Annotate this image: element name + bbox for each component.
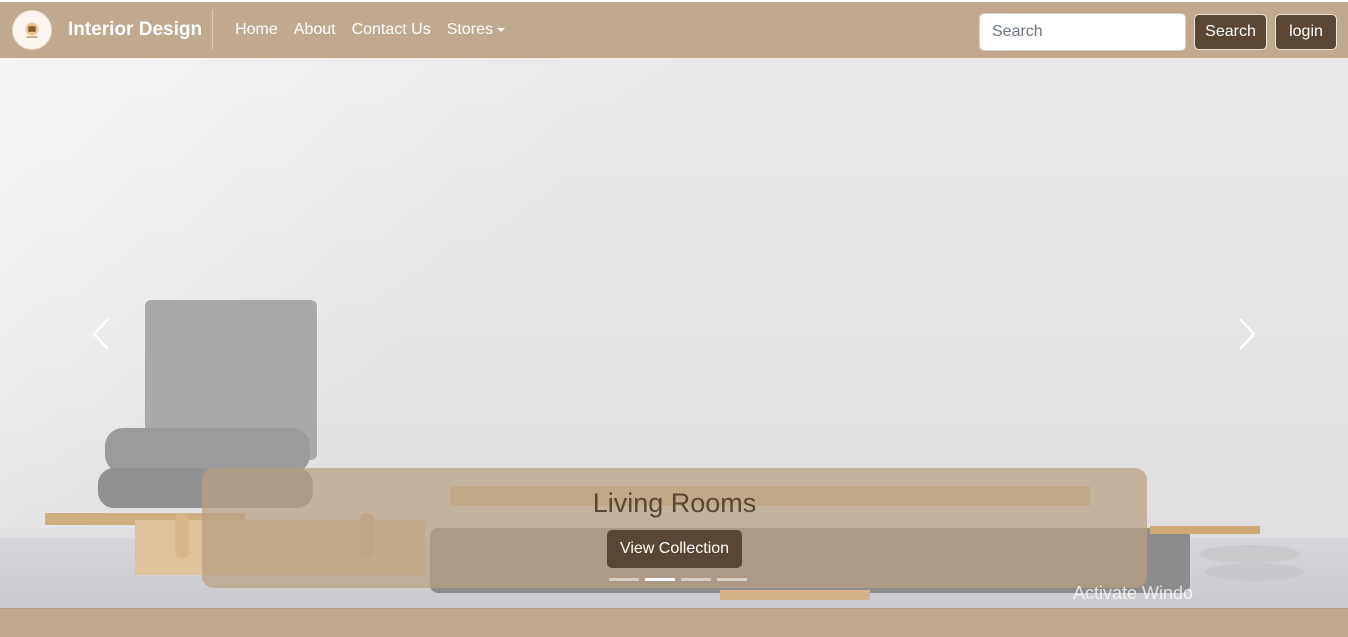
carousel-indicators	[606, 578, 750, 581]
carousel-caption: Living Rooms View Collection	[202, 468, 1147, 588]
navbar-divider	[212, 10, 214, 50]
nav-link-home[interactable]: Home	[227, 21, 286, 39]
search-button[interactable]: Search	[1194, 14, 1267, 50]
nav-link-stores-label: Stores	[446, 21, 493, 38]
hero-carousel: Living Rooms View Collection	[0, 58, 1348, 608]
nav-links: Home About Contact Us Stores	[227, 21, 513, 39]
carousel-indicator-active[interactable]	[645, 578, 675, 581]
carousel-indicator[interactable]	[717, 578, 747, 581]
carousel-indicator[interactable]	[681, 578, 711, 581]
caption-title: Living Rooms	[592, 488, 757, 518]
nav-link-about[interactable]: About	[286, 21, 344, 39]
brand-name[interactable]: Interior Design	[68, 19, 202, 41]
chevron-left-icon[interactable]	[90, 316, 112, 352]
nav-link-stores-dropdown[interactable]: Stores	[439, 21, 513, 39]
chevron-right-icon[interactable]	[1236, 316, 1258, 352]
brand-logo-icon[interactable]	[12, 10, 52, 50]
view-collection-button[interactable]: View Collection	[607, 530, 742, 568]
nav-link-contact[interactable]: Contact Us	[344, 21, 439, 39]
search-input[interactable]	[979, 13, 1186, 51]
caret-down-icon	[496, 28, 505, 32]
carousel-indicator[interactable]	[609, 578, 639, 581]
login-button[interactable]: login	[1275, 14, 1337, 50]
footer-strip	[0, 608, 1348, 637]
windows-activation-watermark: Activate Windo	[1073, 583, 1194, 603]
navbar: Interior Design Home About Contact Us St…	[0, 0, 1348, 58]
